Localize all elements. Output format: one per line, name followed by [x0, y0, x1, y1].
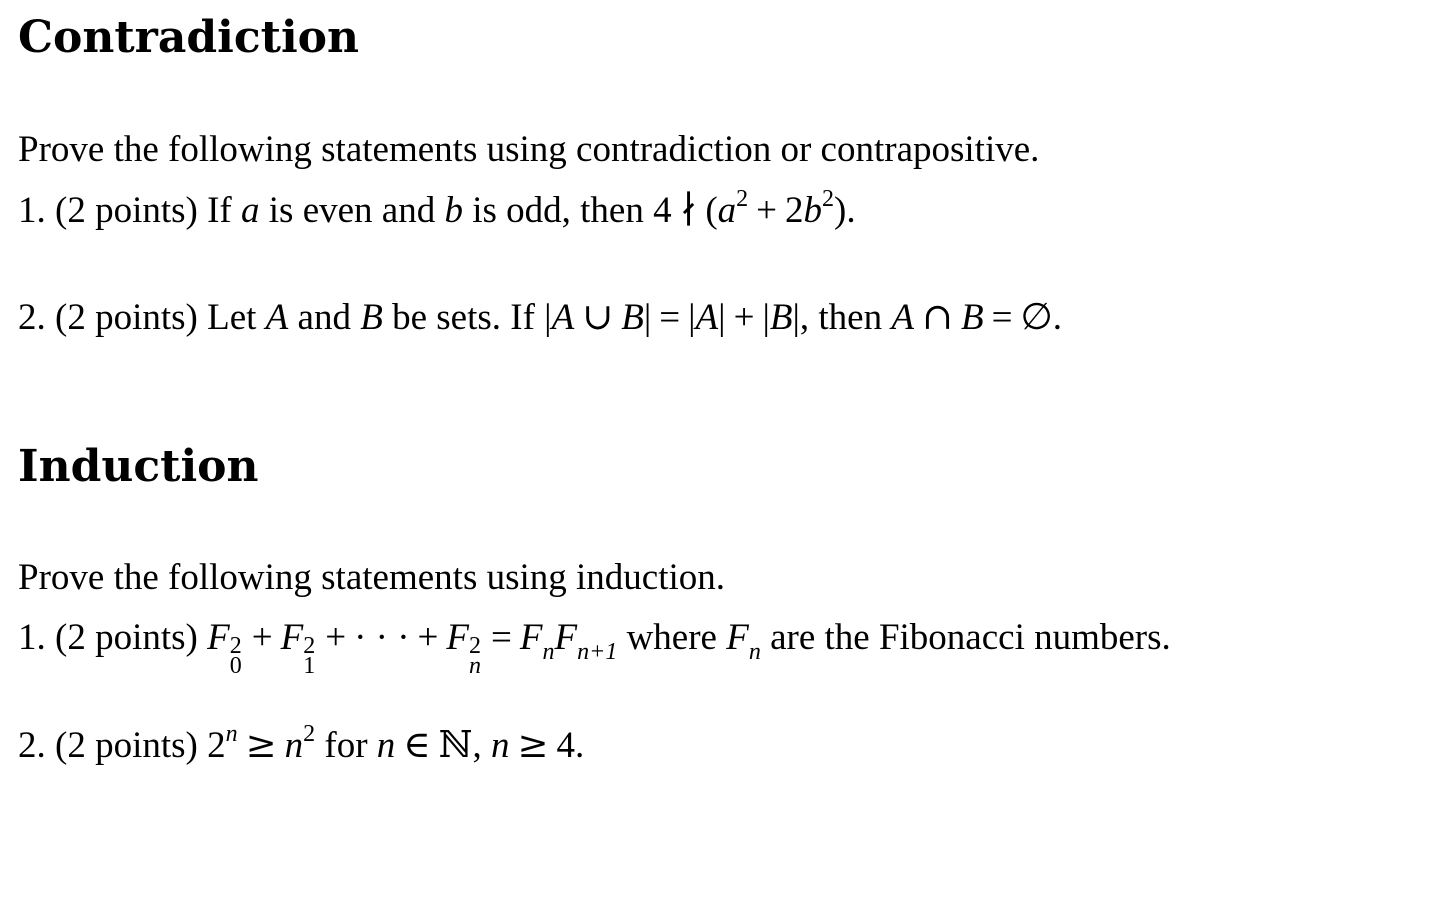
text: where: [617, 617, 727, 658]
math-var: A: [695, 297, 719, 338]
sup-sub-stack: 21: [303, 634, 316, 679]
math-var: B: [769, 297, 793, 338]
problem-points: (2 points): [55, 190, 198, 231]
subscript: 0: [229, 653, 242, 679]
math-var: B: [621, 297, 644, 338]
text: , then: [799, 297, 892, 338]
problem-points: (2 points): [55, 725, 198, 766]
empty-set-symbol: ∅: [1020, 295, 1053, 338]
equals-symbol: =: [491, 617, 512, 658]
text: If: [207, 190, 242, 231]
bar: |: [544, 297, 552, 338]
section-heading-contradiction: Contradiction: [18, 12, 360, 63]
math-var: F: [726, 617, 749, 658]
text: Let: [207, 297, 266, 338]
math-var: a: [241, 190, 260, 231]
exponent: 2: [303, 721, 316, 747]
plus-symbol: +: [756, 190, 778, 231]
problem-number: 2.: [18, 725, 46, 766]
math-var: n: [376, 725, 396, 766]
math-var: F: [519, 617, 543, 658]
math-num: 4: [653, 190, 672, 231]
text: be sets. If: [382, 297, 545, 338]
bar: |: [643, 297, 652, 338]
equals-symbol: =: [659, 297, 681, 338]
math-var: A: [265, 297, 289, 338]
plus-symbol: +: [251, 617, 273, 658]
text: is odd, then: [462, 190, 654, 231]
subscript: n: [542, 639, 555, 665]
problem-induction-2: 2. (2 points) 2n ≥ n2 for n ∈ ℕ, n ≥4.: [18, 722, 585, 766]
math-var: F: [207, 617, 230, 658]
math-var: A: [891, 297, 914, 338]
sup-sub-stack: 2n: [469, 634, 482, 679]
exponent: 2: [736, 186, 749, 212]
plus-symbol: +: [325, 617, 347, 658]
problem-number: 2.: [18, 297, 46, 338]
section-intro-contradiction: Prove the following statements using con…: [18, 129, 1040, 170]
exponent: 2: [822, 186, 835, 212]
text: and: [288, 297, 361, 338]
math-num: 2: [207, 725, 226, 766]
math-var: b: [803, 190, 823, 231]
subscript: n: [469, 653, 482, 679]
problem-induction-1: 1. (2 points) F 2 0 + F 2 1 + · · · + F 2 n = FnFn+1 w…: [18, 617, 1171, 679]
section-intro-induction: Prove the following statements using ind…: [18, 557, 726, 598]
math-var: F: [446, 617, 470, 658]
math-var: F: [554, 617, 578, 658]
text: are the Fibonacci numbers.: [760, 617, 1171, 658]
math-var: B: [960, 297, 984, 338]
sup-sub-stack: 20: [229, 634, 242, 679]
math-var: B: [360, 297, 383, 338]
subscript: n+1: [577, 639, 618, 665]
math-num: 2: [785, 190, 804, 231]
subscript: 1: [303, 653, 316, 679]
bar: |: [792, 297, 800, 338]
section-heading-induction: Induction: [18, 441, 259, 492]
comma: ,: [472, 725, 482, 766]
subscript: n: [748, 639, 761, 665]
math-var: F: [280, 617, 304, 658]
bar: |: [688, 297, 696, 338]
problem-number: 1.: [18, 617, 46, 658]
paren: ).: [834, 190, 856, 231]
math-num: 4.: [556, 725, 585, 766]
math-var: a: [717, 190, 737, 231]
ellipsis: · · ·: [354, 617, 410, 658]
intersection-symbol: ∩: [921, 295, 953, 338]
geq-symbol: ≥: [517, 723, 549, 766]
math-var: b: [444, 190, 463, 231]
paren: (: [705, 190, 718, 231]
problem-points: (2 points): [55, 617, 198, 658]
text: for: [315, 725, 377, 766]
exponent: n: [225, 721, 238, 747]
problem-points: (2 points): [55, 297, 198, 338]
math-var: A: [551, 297, 575, 338]
naturals-symbol: ℕ: [438, 723, 473, 766]
math-var: n: [491, 725, 510, 766]
bar: |: [762, 297, 770, 338]
plus-symbol: +: [417, 617, 439, 658]
text: is even and: [259, 190, 445, 231]
problem-contradiction-1: 1. (2 points) If a is even and b is odd,…: [18, 187, 856, 231]
equals-symbol: =: [991, 297, 1013, 338]
not-divides-symbol: ∤: [679, 188, 698, 231]
problem-number: 1.: [18, 190, 46, 231]
plus-symbol: +: [733, 297, 755, 338]
bar: |: [718, 297, 726, 338]
union-symbol: ∪: [582, 295, 614, 338]
geq-symbol: ≥: [245, 723, 277, 766]
math-var: n: [284, 725, 304, 766]
element-of-symbol: ∈: [403, 723, 431, 766]
problem-contradiction-2: 2. (2 points) Let A and B be sets. If |A…: [18, 297, 1062, 338]
text: .: [1052, 297, 1062, 338]
